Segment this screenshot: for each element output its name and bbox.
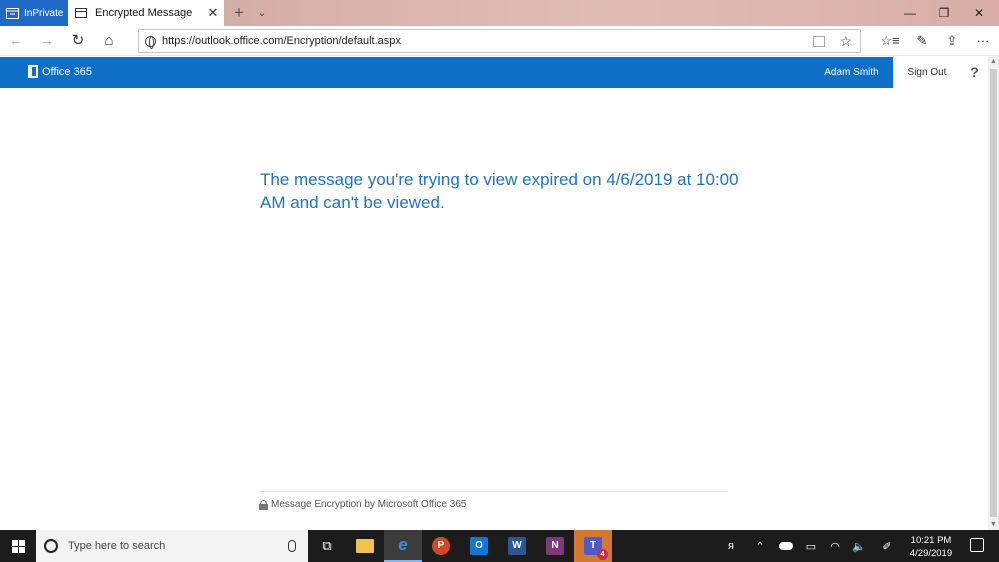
show-hidden-icons-chevron-icon[interactable]: ⌃ (752, 530, 768, 562)
screen: InPrivate Encrypted Message ✕ + ⌄ — ❐ ✕ … (0, 0, 999, 562)
office-logo[interactable]: Office 365 (28, 65, 92, 78)
edge-icon: e (398, 535, 408, 554)
back-button[interactable]: ← (6, 31, 26, 51)
word-icon: W (508, 537, 526, 555)
battery-icon[interactable]: ▭ (802, 530, 820, 562)
powerpoint-icon: P (432, 537, 450, 555)
wifi-icon[interactable]: ◠ (826, 530, 844, 562)
teams-icon: T 4 (584, 537, 608, 560)
tab-close-icon[interactable]: ✕ (206, 5, 220, 21)
office-logo-text: Office 365 (42, 65, 92, 78)
more-options-icon[interactable]: ··· (973, 31, 993, 51)
outlook-button[interactable]: O (460, 530, 498, 562)
inprivate-icon (6, 7, 19, 19)
scrollbar-thumb[interactable] (990, 69, 997, 517)
scroll-up-icon[interactable]: ▲ (988, 57, 999, 67)
teams-badge: 4 (597, 549, 608, 560)
outlook-icon: O (470, 537, 488, 555)
taskbar-search[interactable]: Type here to search (36, 530, 308, 562)
tab-menu-chevron-icon[interactable]: ⌄ (254, 3, 270, 23)
microphone-icon[interactable] (288, 540, 296, 552)
inprivate-label: InPrivate (24, 7, 64, 19)
refresh-button[interactable]: ↻ (68, 31, 88, 51)
volume-icon[interactable]: 🔈 (850, 530, 868, 562)
notes-pen-icon[interactable]: ✎ (912, 31, 932, 51)
edge-button[interactable]: e (384, 530, 422, 562)
new-tab-button[interactable]: + (230, 3, 248, 23)
address-bar[interactable]: https://outlook.office.com/Encryption/de… (138, 29, 861, 53)
taskbar-clock[interactable]: 10:21 PM 4/29/2019 (900, 534, 962, 560)
inprivate-indicator[interactable]: InPrivate (0, 0, 68, 26)
tab-encrypted-message[interactable]: Encrypted Message ✕ (68, 0, 224, 26)
browser-toolbar: ← → ↻ ⌂ https://outlook.office.com/Encry… (0, 26, 999, 56)
footer: Message Encryption by Microsoft Office 3… (259, 499, 466, 510)
expired-message: The message you're trying to view expire… (260, 170, 739, 212)
page-scrollbar[interactable]: ▲ ▼ (988, 57, 999, 530)
onenote-button[interactable]: N (536, 530, 574, 562)
powerpoint-button[interactable]: P (422, 530, 460, 562)
task-view-button[interactable]: ⧉ (308, 530, 346, 562)
cortana-icon[interactable] (44, 539, 58, 553)
url-text[interactable]: https://outlook.office.com/Encryption/de… (162, 35, 813, 47)
file-explorer-button[interactable] (346, 530, 384, 562)
teams-letter: T (589, 540, 597, 551)
start-button[interactable] (0, 530, 36, 562)
sign-out-button[interactable]: Sign Out (893, 57, 961, 88)
people-icon[interactable]: ᴙ (722, 530, 740, 562)
forward-button[interactable]: → (37, 31, 57, 51)
reading-view-icon[interactable] (813, 35, 826, 47)
teams-button[interactable]: T 4 (574, 530, 612, 562)
restore-button[interactable]: ❐ (927, 0, 961, 26)
taskbar: Type here to search ⧉ e P O W N T 4 ᴙ ⌃ … (0, 530, 999, 562)
onedrive-icon[interactable] (776, 530, 796, 562)
scroll-down-icon[interactable]: ▼ (988, 520, 999, 530)
pen-workspace-icon[interactable]: ✐ (878, 530, 896, 562)
home-button[interactable]: ⌂ (99, 31, 119, 51)
clock-date: 4/29/2019 (909, 548, 953, 559)
help-icon[interactable]: ? (961, 57, 988, 88)
share-icon[interactable]: ⇪ (942, 31, 962, 51)
page-icon (75, 8, 87, 18)
office-header: Office 365 Adam Smith Sign Out ? (0, 57, 988, 88)
favorites-hub-icon[interactable]: ☆≡ (880, 31, 900, 51)
windows-logo-icon (11, 539, 25, 553)
search-placeholder[interactable]: Type here to search (68, 540, 288, 552)
footer-text: Message Encryption by Microsoft Office 3… (271, 499, 467, 510)
tab-strip: InPrivate Encrypted Message ✕ + ⌄ — ❐ ✕ (0, 0, 999, 26)
action-center-icon[interactable] (970, 538, 984, 552)
favorite-star-icon[interactable]: ☆ (839, 33, 852, 50)
globe-icon (145, 35, 156, 49)
close-window-button[interactable]: ✕ (962, 0, 996, 26)
office-logo-icon (28, 65, 38, 78)
tab-title: Encrypted Message (95, 7, 193, 19)
minimize-button[interactable]: — (893, 0, 927, 26)
clock-time: 10:21 PM (910, 535, 952, 546)
footer-divider (260, 491, 728, 492)
word-button[interactable]: W (498, 530, 536, 562)
user-name: Adam Smith (824, 67, 879, 78)
lock-icon (259, 499, 268, 510)
folder-icon (356, 539, 374, 553)
onenote-icon: N (546, 537, 564, 555)
task-view-icon: ⧉ (322, 538, 332, 553)
